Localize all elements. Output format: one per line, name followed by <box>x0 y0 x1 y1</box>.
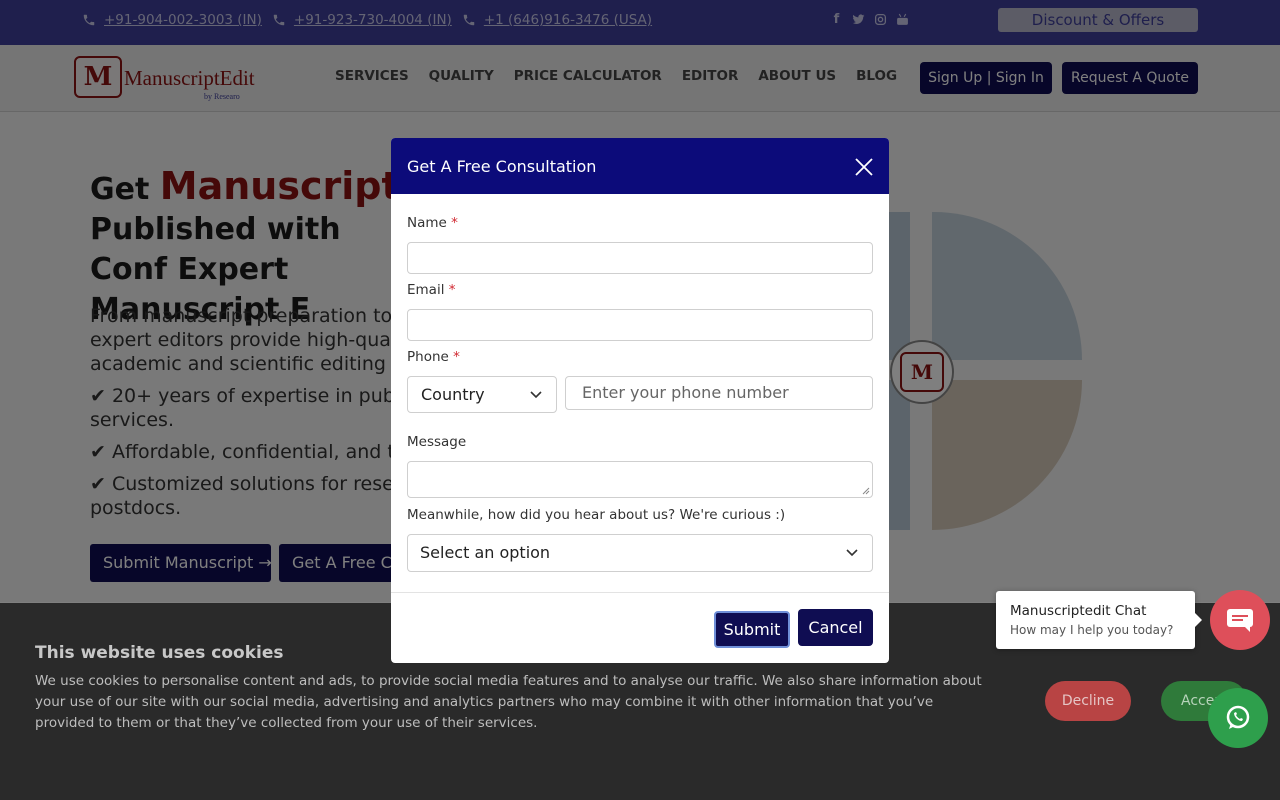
country-select[interactable]: Country <box>407 376 557 413</box>
required-mark: * <box>448 282 456 298</box>
phone-placeholder: Enter your phone number <box>582 383 789 402</box>
phone-label: Phone * <box>407 349 460 365</box>
chat-launcher-button[interactable] <box>1210 590 1270 650</box>
whatsapp-icon <box>1226 705 1250 729</box>
consultation-modal: Get A Free Consultation Name * Email * P… <box>391 138 889 663</box>
modal-title: Get A Free Consultation <box>407 157 597 176</box>
close-icon[interactable] <box>854 157 874 177</box>
email-label: Email * <box>407 282 456 298</box>
phone-input[interactable]: Enter your phone number <box>565 376 873 410</box>
email-input[interactable] <box>407 309 873 341</box>
whatsapp-button[interactable] <box>1208 688 1268 748</box>
required-mark: * <box>453 349 460 365</box>
source-label: Meanwhile, how did you hear about us? We… <box>407 507 786 523</box>
resize-grip-icon[interactable] <box>862 487 870 495</box>
modal-header: Get A Free Consultation <box>391 138 889 194</box>
source-select[interactable]: Select an option <box>407 534 873 572</box>
name-label: Name * <box>407 215 458 231</box>
country-value: Country <box>421 385 485 404</box>
chat-bubble-icon <box>1227 609 1253 632</box>
modal-footer-divider <box>391 592 889 593</box>
cookie-decline-button[interactable]: Decline <box>1045 681 1131 721</box>
chat-subtitle: How may I help you today? <box>1010 623 1174 637</box>
modal-cancel-button[interactable]: Cancel <box>798 609 873 646</box>
phone-label-text: Phone <box>407 349 449 365</box>
name-input[interactable] <box>407 242 873 274</box>
message-label: Message <box>407 434 467 450</box>
message-textarea[interactable] <box>407 461 873 498</box>
chat-title: Manuscriptedit Chat <box>1010 603 1147 619</box>
cookie-text: We use cookies to personalise content an… <box>35 673 982 731</box>
email-label-text: Email <box>407 282 445 298</box>
chat-greeting-card[interactable]: Manuscriptedit Chat How may I help you t… <box>996 591 1202 649</box>
source-value: Select an option <box>420 543 551 562</box>
modal-submit-button[interactable]: Submit <box>714 611 790 648</box>
required-mark: * <box>451 215 458 231</box>
chevron-down-icon <box>846 549 858 557</box>
name-label-text: Name <box>407 215 447 231</box>
cookie-title: This website uses cookies <box>35 643 284 663</box>
chevron-down-icon <box>530 391 542 399</box>
